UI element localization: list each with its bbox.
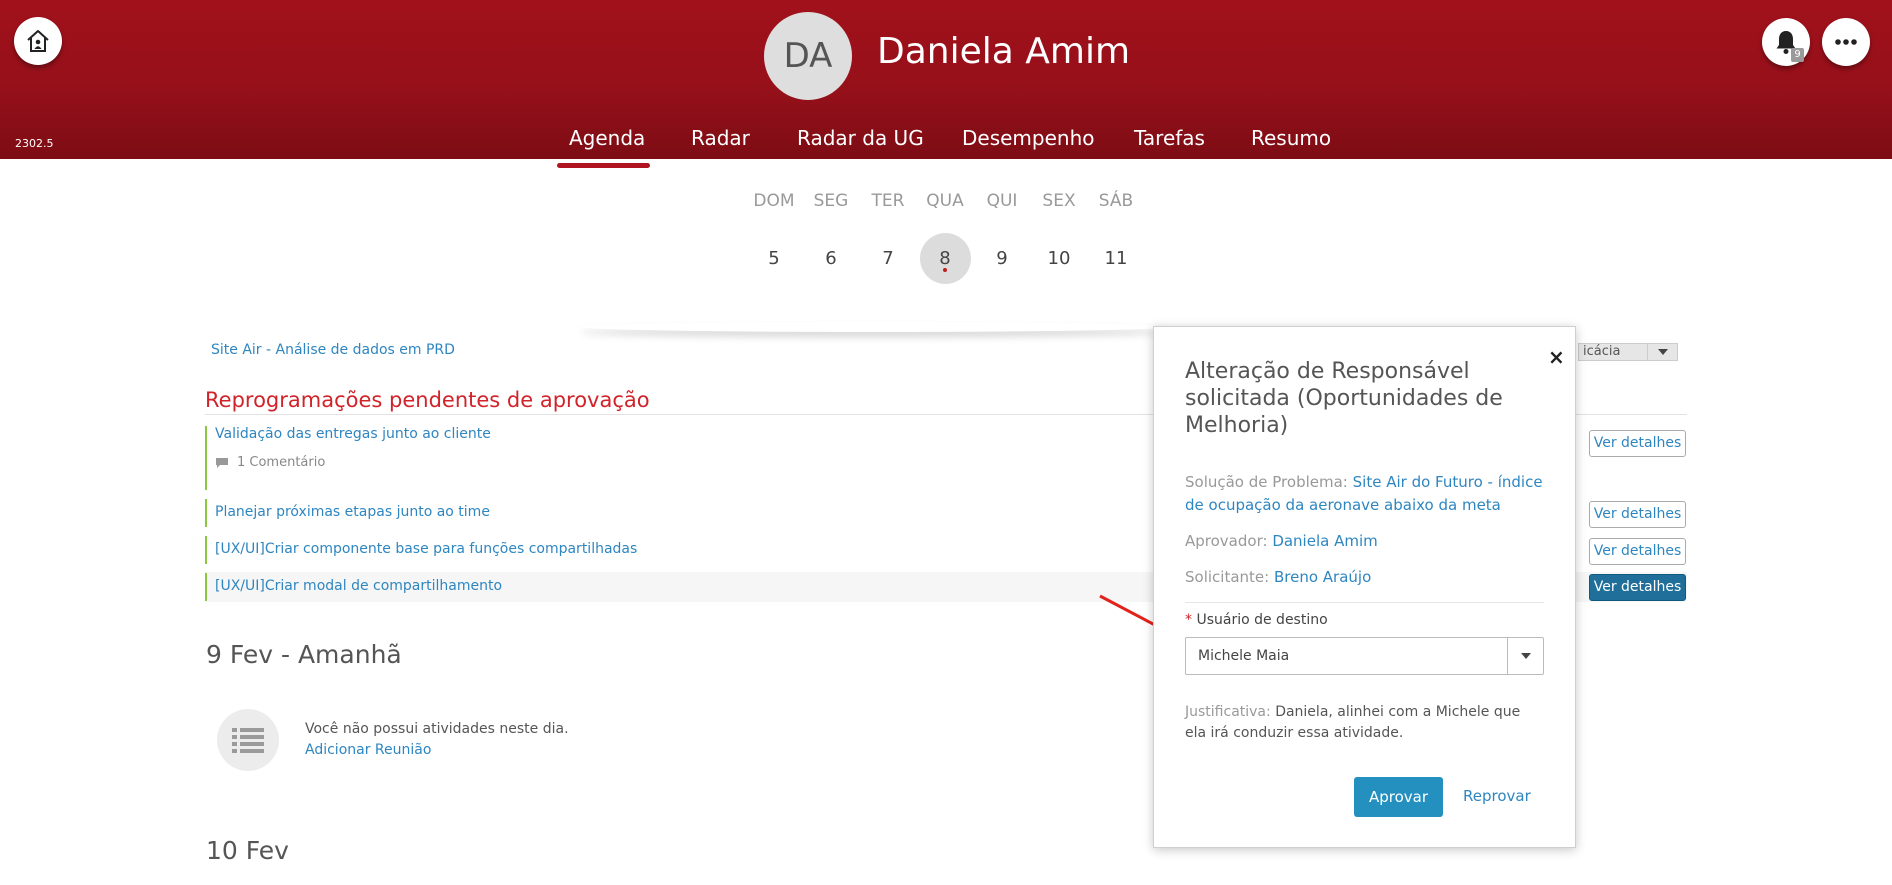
main-nav: Agenda Radar Radar da UG Desempenho Tare… — [0, 126, 1892, 154]
approver-label: Aprovador: — [1185, 532, 1268, 550]
date-cell[interactable]: 10 — [1034, 248, 1084, 269]
popup-title: Alteração de Responsável solicitada (Opo… — [1185, 359, 1503, 438]
comment-count: 1 Comentário — [237, 455, 326, 470]
task-title-link[interactable]: Planejar próximas etapas junto ao time — [215, 504, 1205, 520]
task-comment[interactable]: 1 Comentário — [215, 455, 1205, 470]
nav-tab-agenda[interactable]: Agenda — [569, 126, 645, 150]
weekday-label: QUI — [986, 191, 1018, 211]
avatar[interactable]: DA — [764, 12, 852, 100]
weekday-label: DOM — [753, 191, 795, 211]
home-button[interactable] — [14, 17, 62, 65]
requester-link[interactable]: Breno Araújo — [1274, 568, 1371, 586]
task-item: [UX/UI]Criar componente base para funçõe… — [205, 536, 1205, 564]
approval-popup: × Alteração de Responsável solicitada (O… — [1153, 326, 1576, 848]
date-cell[interactable]: 5 — [749, 248, 799, 269]
list-icon — [217, 709, 279, 771]
weekday-label: TER — [871, 191, 905, 211]
day-heading-tomorrow: 9 Fev - Amanhã — [206, 640, 402, 669]
add-meeting-link[interactable]: Adicionar Reunião — [305, 742, 431, 758]
approver-link[interactable]: Daniela Amim — [1272, 532, 1377, 550]
date-cell[interactable]: 6 — [806, 248, 856, 269]
date-cell[interactable]: 7 — [863, 248, 913, 269]
section-title: Reprogramações pendentes de aprovação — [205, 388, 650, 412]
site-air-link[interactable]: Site Air - Análise de dados em PRD — [211, 342, 455, 358]
approve-button[interactable]: Aprovar — [1354, 777, 1443, 817]
target-user-label-text: Usuário de destino — [1196, 612, 1328, 628]
more-dots-icon — [1835, 39, 1857, 45]
nav-tab-desempenho[interactable]: Desempenho — [962, 126, 1095, 150]
more-options-button[interactable] — [1822, 18, 1870, 66]
nav-tab-radar[interactable]: Radar — [691, 126, 750, 150]
comment-icon — [216, 457, 228, 468]
justification-label: Justificativa: — [1185, 704, 1271, 720]
justification: Justificativa: Daniela, alinhei com a Mi… — [1185, 702, 1545, 744]
weekday-label: SEG — [813, 191, 849, 211]
problem-label: Solução de Problema: — [1185, 473, 1348, 491]
target-user-value: Michele Maia — [1198, 648, 1290, 664]
weekday-label: SEX — [1042, 191, 1076, 211]
target-user-label: * Usuário de destino — [1185, 612, 1328, 628]
date-cell-selected[interactable]: 8 — [920, 248, 970, 269]
task-item: Planejar próximas etapas junto ao time — [205, 499, 1205, 527]
problem-row: Solução de Problema: Site Air do Futuro … — [1185, 471, 1555, 517]
required-marker: * — [1185, 612, 1192, 628]
empty-state-text: Você não possui atividades neste dia. — [305, 721, 569, 737]
nav-tab-resumo[interactable]: Resumo — [1251, 126, 1331, 150]
task-title-link[interactable]: Validação das entregas junto ao cliente — [215, 426, 1205, 442]
view-details-button[interactable]: Ver detalhes — [1589, 501, 1686, 528]
view-details-button[interactable]: Ver detalhes — [1589, 538, 1686, 565]
day-heading: 10 Fev — [206, 836, 289, 865]
notification-badge: 9 — [1791, 48, 1804, 62]
nav-tab-radar-da-ug[interactable]: Radar da UG — [797, 126, 924, 150]
task-title-link[interactable]: [UX/UI]Criar modal de compartilhamento — [215, 578, 1205, 594]
active-tab-indicator — [557, 163, 650, 168]
header-bar: 2302.5 DA Daniela Amim 9 Agenda Radar Ra… — [0, 0, 1892, 159]
nav-tab-tarefas[interactable]: Tarefas — [1134, 126, 1205, 150]
weekday-label: QUA — [926, 191, 964, 211]
target-user-select[interactable]: Michele Maia — [1185, 637, 1544, 675]
date-cell[interactable]: 11 — [1091, 248, 1141, 269]
weekday-label: SÁB — [1098, 191, 1134, 211]
requester-label: Solicitante: — [1185, 568, 1270, 586]
filter-select-value: icácia — [1583, 344, 1621, 359]
home-icon — [27, 30, 49, 52]
approver-row: Aprovador: Daniela Amim — [1185, 530, 1555, 553]
close-icon[interactable]: × — [1548, 345, 1565, 369]
user-name: Daniela Amim — [877, 31, 1131, 72]
chevron-down-icon[interactable] — [1507, 638, 1543, 674]
reject-button[interactable]: Reprovar — [1463, 787, 1531, 805]
filter-select[interactable]: icácia — [1578, 343, 1678, 361]
task-item: [UX/UI]Criar modal de compartilhamento — [205, 573, 1205, 601]
chevron-down-icon — [1647, 344, 1677, 360]
divider-shadow — [580, 322, 1170, 332]
task-title-link[interactable]: [UX/UI]Criar componente base para funçõe… — [215, 541, 1205, 557]
popup-divider — [1185, 602, 1544, 603]
task-item: Validação das entregas junto ao cliente … — [205, 426, 1205, 490]
date-cell[interactable]: 9 — [977, 248, 1027, 269]
notifications-button[interactable]: 9 — [1762, 18, 1810, 66]
requester-row: Solicitante: Breno Araújo — [1185, 566, 1555, 589]
view-details-button[interactable]: Ver detalhes — [1589, 430, 1686, 457]
view-details-button-active[interactable]: Ver detalhes — [1589, 574, 1686, 601]
